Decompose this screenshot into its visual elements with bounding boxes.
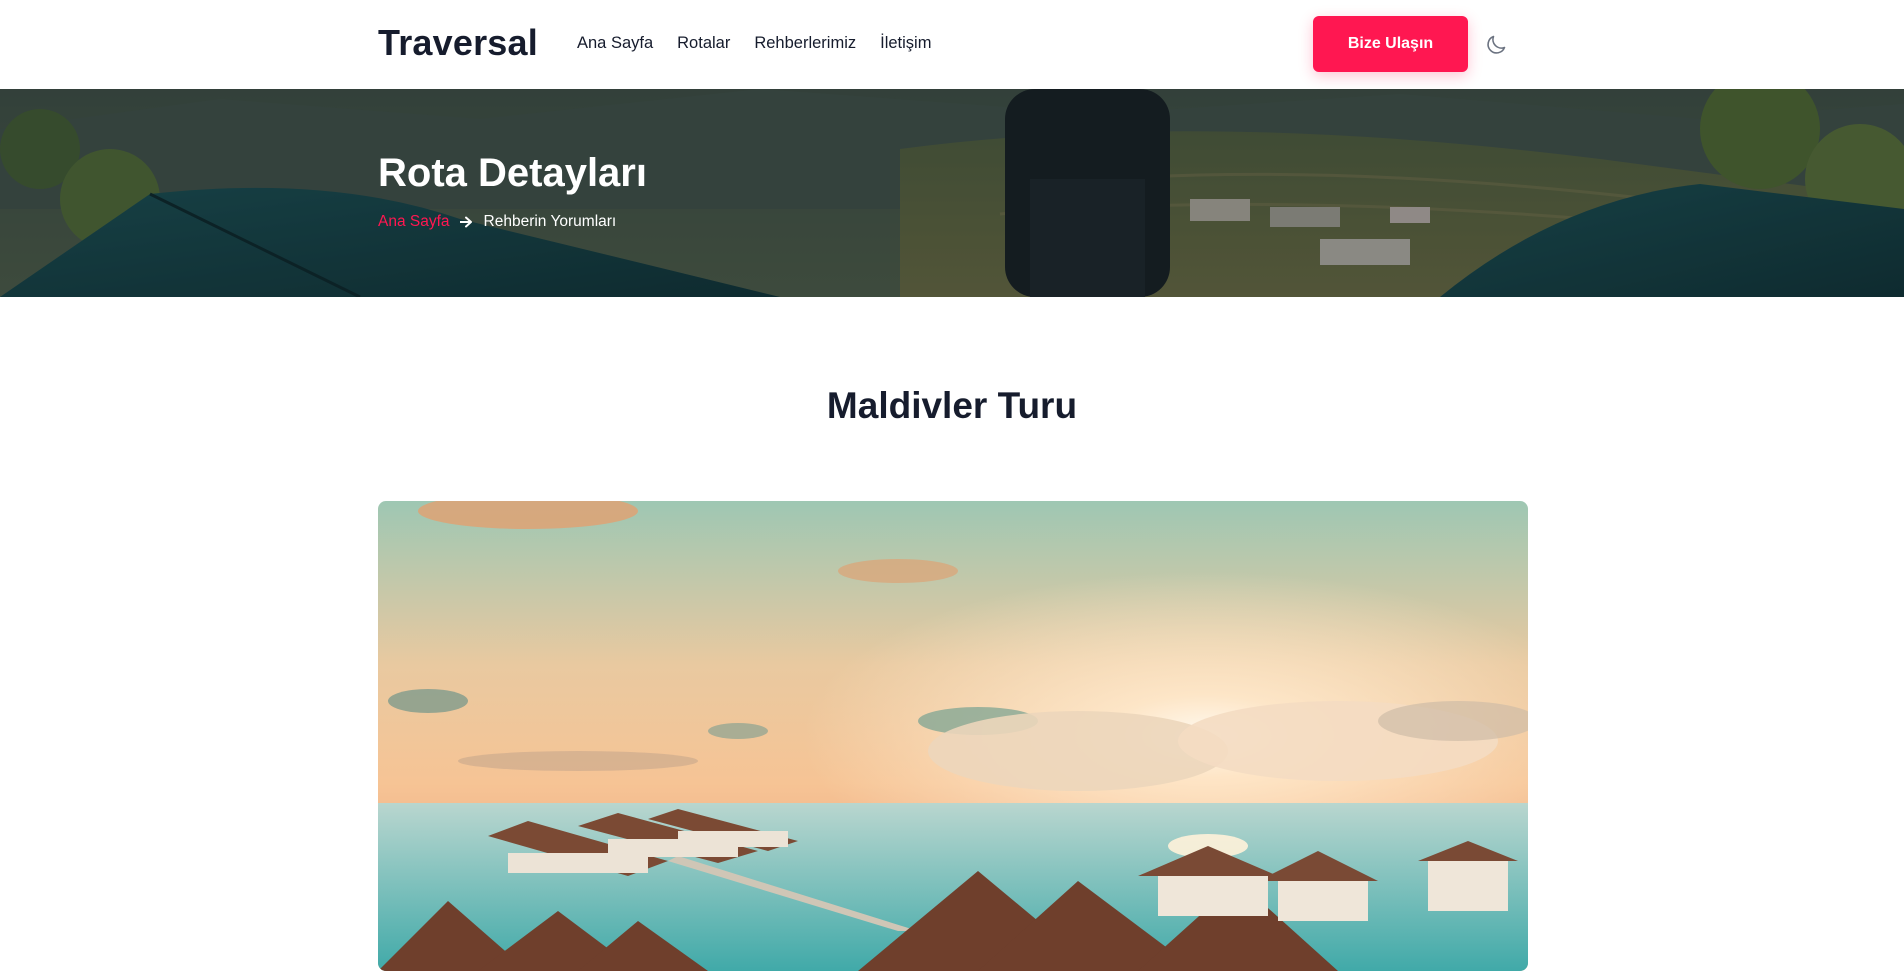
- contact-us-button[interactable]: Bize Ulaşın: [1313, 16, 1468, 72]
- nav-link-home[interactable]: Ana Sayfa: [577, 34, 653, 53]
- breadcrumb: Ana Sayfa Rehberin Yorumları: [378, 213, 616, 231]
- breadcrumb-current: Rehberin Yorumları: [483, 213, 617, 230]
- main-nav: Ana Sayfa Rotalar Rehberlerimiz İletişim: [577, 34, 955, 53]
- nav-link-contact[interactable]: İletişim: [880, 34, 931, 53]
- tour-title: Maldivler Turu: [826, 385, 1078, 426]
- arrow-right-icon: [459, 216, 472, 228]
- site-logo[interactable]: Traversal: [378, 22, 538, 64]
- tour-image: [378, 501, 1528, 971]
- page-hero: Rota Detayları Ana Sayfa Rehberin Yoruml…: [0, 89, 1904, 297]
- top-navbar: Traversal Ana Sayfa Rotalar Rehberlerimi…: [0, 0, 1904, 89]
- nav-link-routes[interactable]: Rotalar: [677, 34, 730, 53]
- nav-link-guides[interactable]: Rehberlerimiz: [754, 34, 856, 53]
- moon-icon[interactable]: [1484, 33, 1508, 57]
- page-title: Rota Detayları: [378, 151, 647, 195]
- breadcrumb-home-link[interactable]: Ana Sayfa: [378, 213, 450, 231]
